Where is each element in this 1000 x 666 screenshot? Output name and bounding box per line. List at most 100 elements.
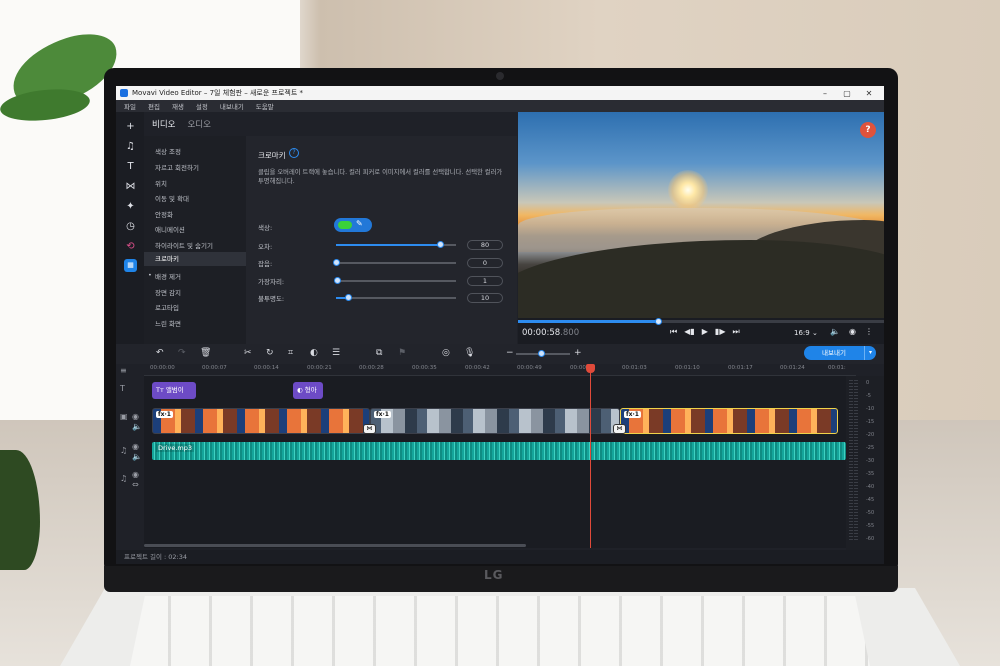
aspect-ratio-select[interactable]: 16:9 ⌄: [794, 329, 818, 337]
audio-clip[interactable]: Drive.mp3: [152, 442, 846, 460]
slider-knob[interactable]: [437, 241, 445, 248]
transition-icon[interactable]: ⋈: [613, 424, 626, 434]
tab-audio[interactable]: 오디오: [187, 118, 210, 130]
crop-icon[interactable]: ⌗: [288, 348, 293, 358]
opacity-slider[interactable]: [336, 294, 456, 301]
filters-icon[interactable]: ✦: [124, 200, 137, 213]
effect-item[interactable]: 위치: [155, 178, 167, 188]
more-icon[interactable]: ⋮: [865, 327, 873, 336]
effect-item[interactable]: 이동 및 확대: [155, 193, 189, 203]
skip-end-icon[interactable]: ⏭: [732, 327, 739, 337]
maximize-button[interactable]: ▢: [836, 89, 858, 98]
preview-video[interactable]: ?: [518, 112, 884, 318]
zoom-knob[interactable]: [538, 350, 545, 357]
close-button[interactable]: ✕: [858, 89, 880, 98]
effect-item[interactable]: 느린 화면: [155, 318, 181, 328]
effect-item[interactable]: 색상 조정: [155, 146, 181, 156]
tab-video[interactable]: 비디오: [152, 118, 175, 130]
tolerance-value[interactable]: 80: [467, 240, 503, 250]
effect-item[interactable]: 안정화: [155, 209, 173, 219]
visibility-icon[interactable]: ◉: [132, 442, 139, 451]
volume-icon[interactable]: 🔈: [830, 327, 840, 336]
prev-frame-icon[interactable]: ◀▮: [684, 327, 695, 337]
titles-icon[interactable]: T: [124, 160, 137, 173]
color-adjust-icon[interactable]: ◐: [310, 348, 318, 358]
minimize-button[interactable]: –: [814, 89, 836, 98]
scrub-knob[interactable]: [654, 318, 662, 325]
slider-knob[interactable]: [345, 294, 352, 301]
effect-item[interactable]: 자르고 회전하기: [155, 162, 199, 172]
visibility-icon[interactable]: ◉: [132, 412, 139, 421]
zoom-out-icon[interactable]: −: [506, 348, 514, 358]
timeline-ruler[interactable]: 00:00:00 00:00:07 00:00:14 00:00:21 00:0…: [144, 364, 856, 376]
music-icon[interactable]: ♫: [124, 140, 137, 153]
zoom-in-icon[interactable]: +: [574, 348, 582, 358]
slider-knob[interactable]: [334, 277, 342, 284]
track-settings-icon[interactable]: ≡: [120, 366, 127, 375]
noise-slider[interactable]: [333, 259, 456, 266]
noise-value[interactable]: 0: [467, 258, 503, 268]
overlay-icon[interactable]: ⧉: [376, 348, 382, 358]
fx-badge[interactable]: fx·1: [374, 411, 391, 418]
add-media-icon[interactable]: +: [124, 120, 137, 133]
zoom-slider[interactable]: [516, 350, 570, 357]
title-clip[interactable]: Tт 앨범이: [152, 382, 196, 399]
edges-value[interactable]: 1: [467, 276, 503, 286]
rotate-icon[interactable]: ↻: [266, 348, 274, 358]
playback-scrubber[interactable]: [518, 318, 884, 325]
playhead-handle[interactable]: [586, 364, 595, 373]
help-icon[interactable]: ?: [860, 122, 876, 138]
record-icon[interactable]: ⟲: [124, 240, 137, 253]
play-icon[interactable]: ▶: [702, 327, 708, 337]
help-icon[interactable]: ?: [289, 148, 299, 158]
more-tools-icon[interactable]: ▦: [124, 259, 137, 272]
voiceover-icon[interactable]: 🎙: [464, 348, 475, 358]
next-frame-icon[interactable]: ▮▶: [715, 327, 726, 337]
fx-badge[interactable]: fx·1: [624, 411, 641, 418]
marker-icon[interactable]: ⚑: [398, 348, 406, 358]
undo-icon[interactable]: ↶: [156, 348, 164, 358]
playhead[interactable]: [590, 364, 591, 548]
export-button[interactable]: 내보내기 ▾: [804, 346, 876, 360]
link-icon[interactable]: ⇔: [132, 480, 139, 489]
opacity-value[interactable]: 10: [467, 293, 503, 303]
transition-icon[interactable]: ⋈: [363, 424, 376, 434]
title-clip[interactable]: ◐ 형아: [293, 382, 323, 399]
redo-icon[interactable]: ↷: [178, 348, 186, 358]
mute-icon[interactable]: 🔈: [132, 422, 142, 431]
timeline-scrollbar[interactable]: [144, 544, 526, 547]
menu-export[interactable]: 내보내기: [220, 101, 244, 111]
tolerance-slider[interactable]: [336, 241, 456, 248]
menu-file[interactable]: 파일: [124, 101, 136, 111]
webcam-record-icon[interactable]: ◎: [442, 348, 450, 358]
meter-level: -5: [866, 393, 871, 399]
visibility-icon[interactable]: ◉: [132, 470, 139, 479]
menu-playback[interactable]: 재생: [172, 101, 184, 111]
menu-edit[interactable]: 편집: [148, 101, 160, 111]
audio-clip-label: Drive.mp3: [156, 444, 194, 452]
stickers-icon[interactable]: ◷: [124, 220, 137, 233]
transitions-icon[interactable]: ⋈: [124, 180, 137, 193]
clip-properties-icon[interactable]: ☰: [332, 348, 340, 358]
effect-item[interactable]: 하이라이트 및 숨기기: [155, 240, 213, 250]
effect-item[interactable]: 배경 제거: [148, 271, 181, 281]
menu-help[interactable]: 도움말: [256, 101, 274, 111]
edges-slider[interactable]: [334, 277, 456, 284]
mute-icon[interactable]: 🔈: [132, 452, 142, 461]
video-clip[interactable]: fx·1: [152, 408, 370, 434]
effect-item[interactable]: 장면 감지: [155, 287, 181, 297]
skip-start-icon[interactable]: ⏮: [670, 327, 677, 337]
export-dropdown-icon[interactable]: ▾: [864, 346, 876, 360]
effect-item[interactable]: 로고타입: [155, 302, 179, 312]
menu-settings[interactable]: 설정: [196, 101, 208, 111]
video-clip-selected[interactable]: fx·1: [620, 408, 838, 434]
effect-item[interactable]: 애니메이션: [155, 224, 185, 234]
color-picker-button[interactable]: ✎: [334, 218, 372, 232]
effect-item-selected[interactable]: 크로마키: [144, 252, 246, 266]
delete-icon[interactable]: 🗑: [200, 348, 211, 358]
snapshot-icon[interactable]: ◉: [849, 327, 856, 336]
cut-icon[interactable]: ✂: [244, 348, 252, 358]
fx-badge[interactable]: fx·1: [156, 411, 173, 418]
slider-knob[interactable]: [333, 259, 340, 266]
video-clip[interactable]: fx·1: [370, 408, 620, 434]
